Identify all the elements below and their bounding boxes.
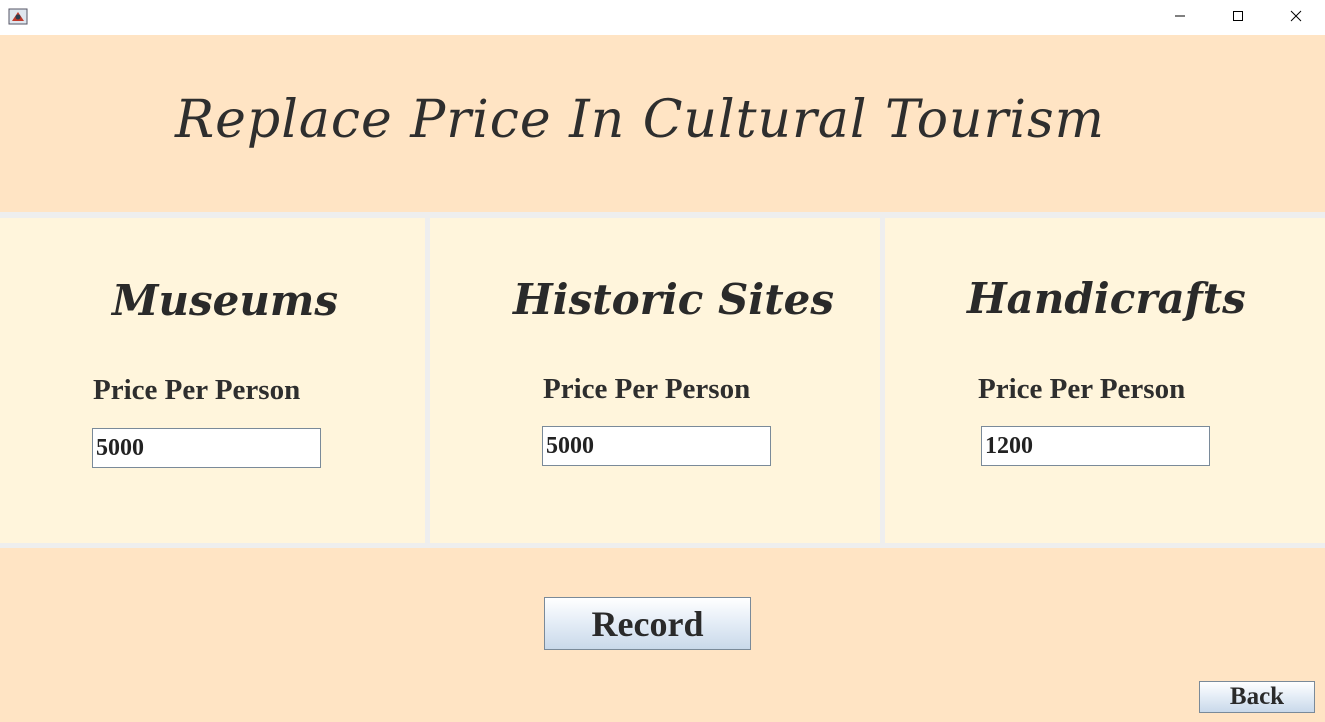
maximize-button[interactable]: [1209, 0, 1267, 32]
minimize-icon: [1175, 15, 1185, 17]
page-title: Replace Price In Cultural Tourism: [175, 90, 1105, 150]
record-button[interactable]: Record: [544, 597, 751, 650]
handicrafts-title: Handicrafts: [967, 274, 1246, 323]
java-app-icon: [8, 8, 28, 25]
app-window: Replace Price In Cultural Tourism Museum…: [0, 0, 1325, 722]
handicrafts-price-label: Price Per Person: [978, 373, 1186, 405]
handicrafts-price-input[interactable]: 1200: [981, 426, 1210, 466]
back-button[interactable]: Back: [1199, 681, 1315, 713]
title-bar: [0, 0, 1325, 35]
historic-sites-price-input[interactable]: 5000: [542, 426, 771, 466]
footer-panel: Record Back: [0, 548, 1325, 722]
handicrafts-panel: Handicrafts Price Per Person 1200: [885, 218, 1325, 543]
museums-panel: Museums Price Per Person 5000: [0, 218, 425, 543]
historic-sites-price-label: Price Per Person: [543, 373, 751, 405]
header-panel: Replace Price In Cultural Tourism: [0, 35, 1325, 212]
close-button[interactable]: [1267, 0, 1325, 32]
museums-title: Museums: [112, 276, 339, 325]
museums-price-input[interactable]: 5000: [92, 428, 321, 468]
museums-price-label: Price Per Person: [93, 374, 301, 406]
minimize-button[interactable]: [1151, 0, 1209, 32]
close-icon: [1290, 10, 1302, 22]
historic-sites-panel: Historic Sites Price Per Person 5000: [430, 218, 880, 543]
maximize-icon: [1233, 11, 1243, 21]
historic-sites-title: Historic Sites: [513, 275, 835, 324]
